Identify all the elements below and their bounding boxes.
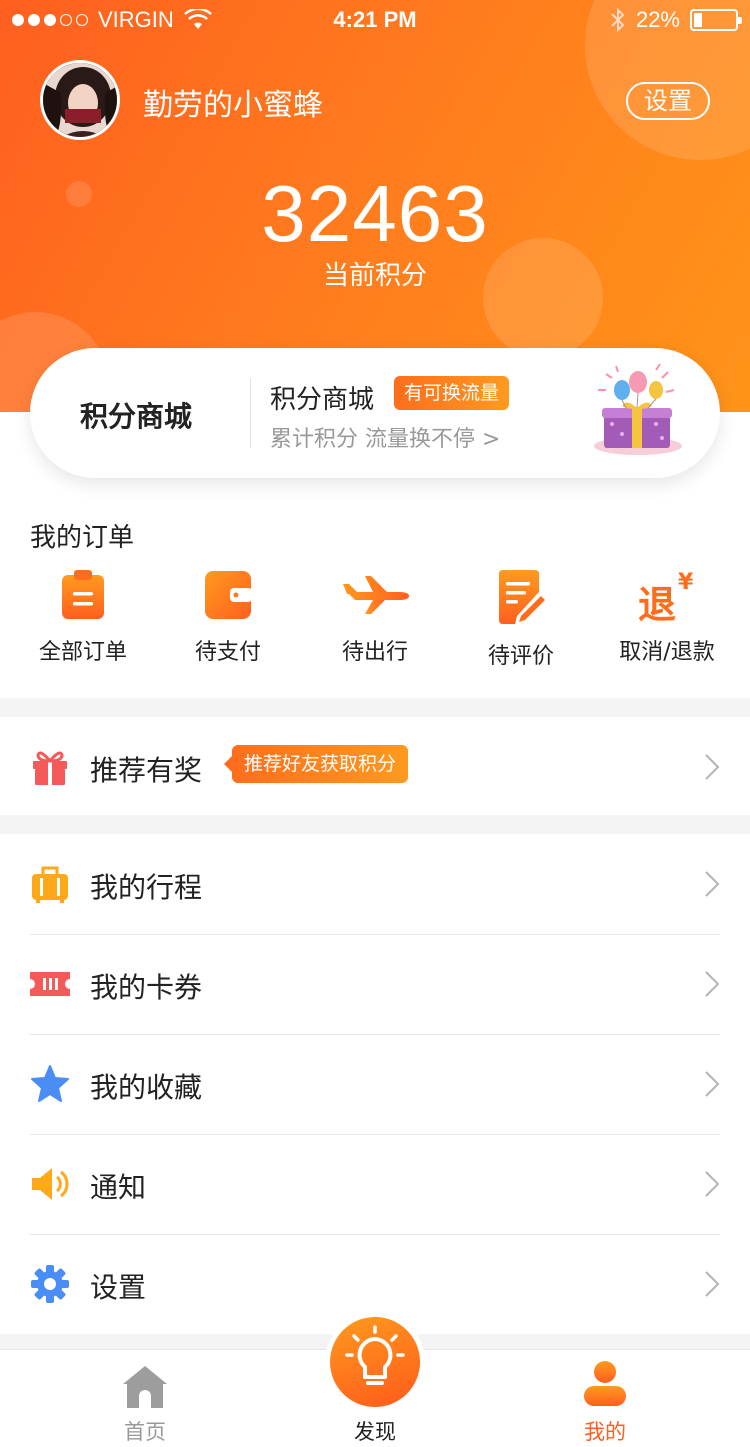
- menu-label: 我的收藏: [90, 1071, 203, 1104]
- tab-label: 我的: [584, 1420, 626, 1444]
- review-icon: [499, 570, 545, 624]
- chevron-right-icon: [705, 1071, 720, 1097]
- menu-item-coupons[interactable]: 我的卡券: [0, 934, 750, 1034]
- gear-icon: [31, 1265, 69, 1303]
- tab-label: 发现: [354, 1420, 396, 1444]
- user-icon: [584, 1361, 626, 1406]
- gift-icon: [33, 751, 67, 785]
- chevron-right-icon: [705, 871, 720, 897]
- tab-label: 首页: [124, 1420, 166, 1444]
- tab-home[interactable]: 首页: [70, 1350, 220, 1447]
- menu-item-trips[interactable]: 我的行程: [0, 834, 750, 934]
- order-pending-review[interactable]: 待评价: [456, 570, 586, 670]
- avatar-photo: [43, 63, 117, 137]
- star-icon: [31, 1065, 69, 1102]
- divider: [250, 378, 251, 448]
- speaker-icon: [32, 1168, 69, 1200]
- order-label: 取消/退款: [619, 640, 715, 665]
- order-label: 全部订单: [38, 640, 127, 665]
- wallet-icon: [205, 571, 252, 619]
- order-pending-trip[interactable]: 待出行: [310, 570, 440, 666]
- discover-button[interactable]: [325, 1312, 425, 1412]
- avatar[interactable]: [40, 60, 120, 140]
- reward-tag: 推荐好友获取积分: [223, 745, 409, 783]
- discover-circle: [330, 1317, 420, 1407]
- reward-block: 推荐有奖 推荐好友获取积分: [0, 717, 750, 815]
- luggage-icon: [32, 866, 68, 903]
- airplane-icon: [341, 576, 409, 614]
- orders-section: 我的订单 全部订单 待支付 待出行 待评价 退 ¥ 取消/退款: [0, 478, 750, 698]
- reward-row[interactable]: 推荐有奖 推荐好友获取积分: [0, 717, 750, 817]
- points-mall-card[interactable]: 积分商城 积分商城 有可换流量 累计积分 流量换不停 >: [30, 348, 720, 478]
- currency-glyph: ¥: [678, 570, 694, 595]
- bluetooth-icon: [611, 8, 625, 32]
- ticket-icon: [30, 972, 70, 996]
- order-label: 待评价: [487, 644, 554, 669]
- battery-icon: [690, 9, 742, 31]
- lightbulb-icon: [345, 1325, 405, 1385]
- order-label: 待出行: [341, 640, 408, 665]
- orders-title: 我的订单: [30, 523, 135, 553]
- home-icon: [123, 1366, 167, 1408]
- menu-item-favorites[interactable]: 我的收藏: [0, 1034, 750, 1134]
- chevron-right-icon: [705, 754, 720, 780]
- order-refund[interactable]: 退 ¥ 取消/退款: [602, 570, 732, 666]
- battery-percent: 22%: [635, 7, 680, 32]
- clipboard-icon: [62, 570, 104, 619]
- refund-glyph: 退: [638, 583, 677, 627]
- order-all[interactable]: 全部订单: [18, 570, 148, 666]
- menu-label: 我的卡券: [90, 971, 203, 1004]
- menu-item-notifications[interactable]: 通知: [0, 1134, 750, 1234]
- menu-label: 我的行程: [90, 871, 203, 904]
- chevron-right-icon: [705, 971, 720, 997]
- status-bar: VIRGIN 4:21 PM 22%: [0, 0, 750, 40]
- reward-label: 推荐有奖: [90, 754, 203, 787]
- menu-label: 通知: [90, 1171, 147, 1204]
- refund-icon: 退 ¥: [602, 570, 732, 627]
- gift-cake-icon: [594, 363, 682, 455]
- mall-left-title: 积分商城: [80, 400, 193, 433]
- mall-tag: 有可换流量: [394, 376, 510, 410]
- points-value: 32463: [261, 169, 489, 258]
- menu-label: 设置: [90, 1271, 147, 1304]
- order-label: 待支付: [194, 640, 261, 665]
- mall-subtitle: 累计积分 流量换不停 >: [270, 427, 501, 452]
- mall-title: 积分商城: [270, 385, 375, 415]
- chevron-right-icon: [705, 1271, 720, 1297]
- username: 勤劳的小蜜蜂: [143, 88, 323, 123]
- order-pending-payment[interactable]: 待支付: [163, 570, 293, 666]
- chevron-right-icon: [705, 1171, 720, 1197]
- tab-mine[interactable]: 我的: [530, 1350, 680, 1447]
- menu-list: 我的行程 我的卡券 我的收藏 通知 设置: [0, 834, 750, 1334]
- settings-button[interactable]: 设置: [626, 82, 710, 120]
- points-label: 当前积分: [322, 261, 427, 291]
